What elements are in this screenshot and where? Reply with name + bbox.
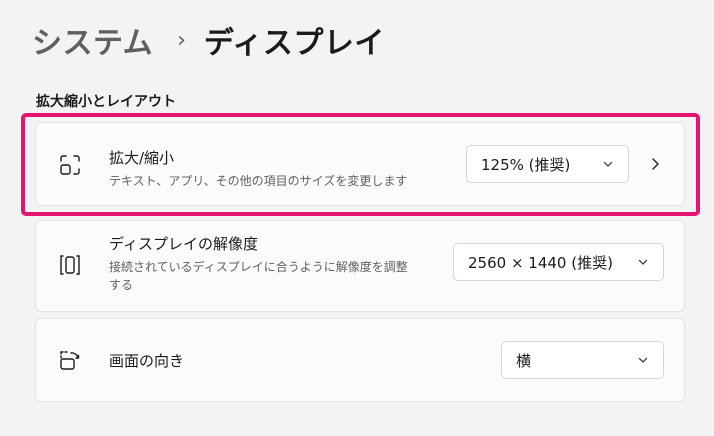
orientation-dropdown[interactable]: 横 (501, 341, 664, 379)
resolution-description-line1: 接続されているディスプレイに合うように解像度を調整 (109, 260, 408, 274)
scale-title: 拡大/縮小 (109, 149, 175, 167)
resolution-description-line2: する (109, 278, 134, 292)
resolution-card[interactable]: ディスプレイの解像度 接続されているディスプレイに合うように解像度を調整 する … (35, 220, 685, 312)
orientation-dropdown-value: 横 (516, 351, 532, 370)
page-title: ディスプレイ (203, 26, 385, 61)
resolution-text: ディスプレイの解像度 接続されているディスプレイに合うように解像度を調整 する (109, 233, 408, 294)
chevron-down-icon (638, 259, 648, 265)
section-title: 拡大縮小とレイアウト (36, 94, 176, 110)
resolution-icon (60, 255, 80, 275)
scale-dropdown-value: 125% (推奨) (481, 155, 571, 174)
resolution-dropdown[interactable]: 2560 × 1440 (推奨) (453, 243, 664, 281)
scale-text: 拡大/縮小 テキスト、アプリ、その他の項目のサイズを変更します (109, 147, 407, 190)
scale-description: テキスト、アプリ、その他の項目のサイズを変更します (109, 174, 408, 188)
orientation-icon (60, 351, 80, 370)
scale-dropdown[interactable]: 125% (推奨) (466, 145, 629, 183)
orientation-text: 画面の向き (109, 350, 184, 371)
chevron-right-icon[interactable] (648, 157, 662, 171)
scale-icon (60, 155, 80, 175)
orientation-card[interactable]: 画面の向き 横 (35, 318, 685, 402)
resolution-description: 接続されているディスプレイに合うように解像度を調整 する (109, 258, 408, 294)
scale-card[interactable]: 拡大/縮小 テキスト、アプリ、その他の項目のサイズを変更します 125% (推奨… (35, 122, 685, 206)
resolution-title: ディスプレイの解像度 (109, 235, 258, 253)
breadcrumb-system-link[interactable]: システム (32, 18, 153, 62)
breadcrumb: システム › ディスプレイ (32, 16, 385, 64)
orientation-title: 画面の向き (109, 352, 185, 370)
resolution-dropdown-value: 2560 × 1440 (推奨) (468, 253, 613, 272)
chevron-down-icon (638, 357, 648, 363)
breadcrumb-separator: › (177, 27, 186, 53)
chevron-down-icon (603, 161, 613, 167)
